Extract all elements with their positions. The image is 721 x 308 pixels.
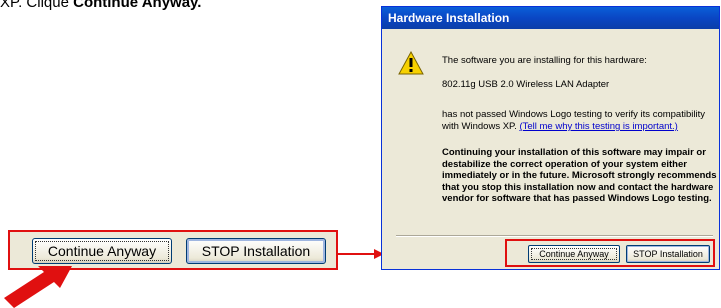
warning-message: Continuing your installation of this sof… [442,147,717,204]
logo-test-text: has not passed Windows Logo testing to v… [442,109,712,133]
dialog-intro-text: The software you are installing for this… [442,55,647,66]
zoomed-stop-installation-button[interactable]: STOP Installation [186,238,326,264]
continue-anyway-button[interactable]: Continue Anyway [528,245,620,263]
instruction-bold: Continue Anyway. [73,0,202,11]
dialog-title: Hardware Installation [382,7,719,29]
warning-icon [398,51,424,75]
separator [396,235,713,237]
connector-arrow-icon [338,249,384,259]
red-arrow-icon [4,266,72,308]
stop-installation-button[interactable]: STOP Installation [626,245,710,263]
hardware-installation-dialog: Hardware Installation The software you a… [381,6,720,270]
device-name: 802.11g USB 2.0 Wireless LAN Adapter [442,79,610,90]
dialog-body: The software you are installing for this… [382,29,719,269]
instruction-text: XP. Clique Continue Anyway. [0,0,201,11]
tell-me-why-link[interactable]: (Tell me why this testing is important.) [519,121,677,132]
instruction-prefix: XP. Clique [0,0,74,11]
